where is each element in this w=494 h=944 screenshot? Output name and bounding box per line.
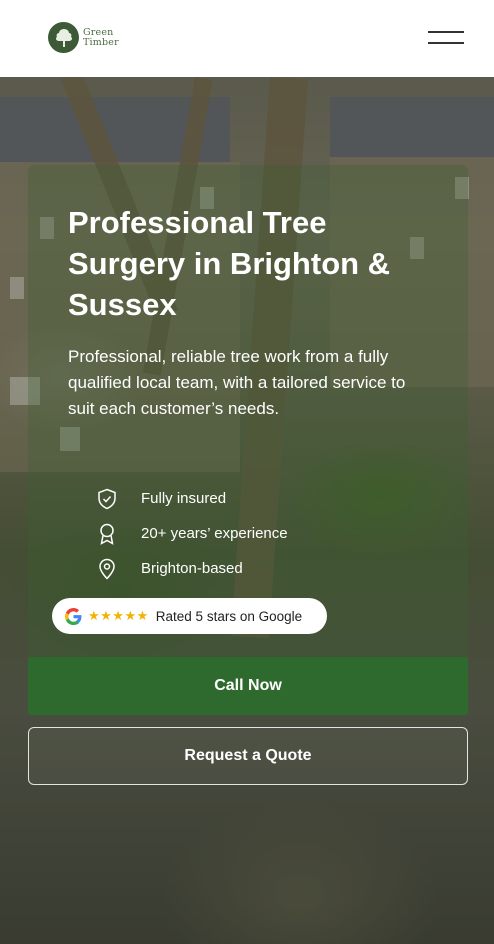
feature-label: Brighton-based [141, 560, 243, 577]
shield-check-icon [96, 488, 118, 510]
hero-title: Professional Tree Surgery in Brighton & … [68, 205, 391, 322]
rating-text: Rated 5 stars on Google [155, 608, 303, 624]
hero-subtitle: Professional, reliable tree work from a … [68, 347, 406, 418]
feature-item-insured: Fully insured [96, 481, 288, 516]
feature-label: Fully insured [141, 490, 227, 507]
site-header: Green Timber [0, 0, 494, 77]
award-ribbon-icon [96, 523, 118, 545]
google-icon [65, 607, 82, 625]
request-quote-button[interactable]: Request a Quote [28, 727, 468, 785]
hamburger-menu-icon[interactable] [428, 30, 464, 46]
feature-label: 20+ years’ experience [141, 525, 288, 542]
star-rating-icon: ★★★★★ [88, 608, 149, 623]
feature-list: Fully insured 20+ years’ experience Brig… [96, 481, 288, 586]
logo-text: Green Timber [83, 26, 119, 48]
feature-item-location: Brighton-based [96, 551, 288, 586]
menu-bar [428, 42, 464, 44]
call-now-button[interactable]: Call Now [28, 657, 468, 715]
feature-item-experience: 20+ years’ experience [96, 516, 288, 551]
logo-line-1: Green [83, 26, 114, 38]
menu-bar [428, 31, 464, 33]
google-rating-badge[interactable]: ★★★★★ Rated 5 stars on Google [52, 598, 327, 634]
logo[interactable]: Green Timber [48, 22, 119, 53]
logo-line-2: Timber [83, 36, 119, 48]
location-pin-icon [96, 558, 118, 580]
tree-logo-icon [48, 22, 79, 53]
